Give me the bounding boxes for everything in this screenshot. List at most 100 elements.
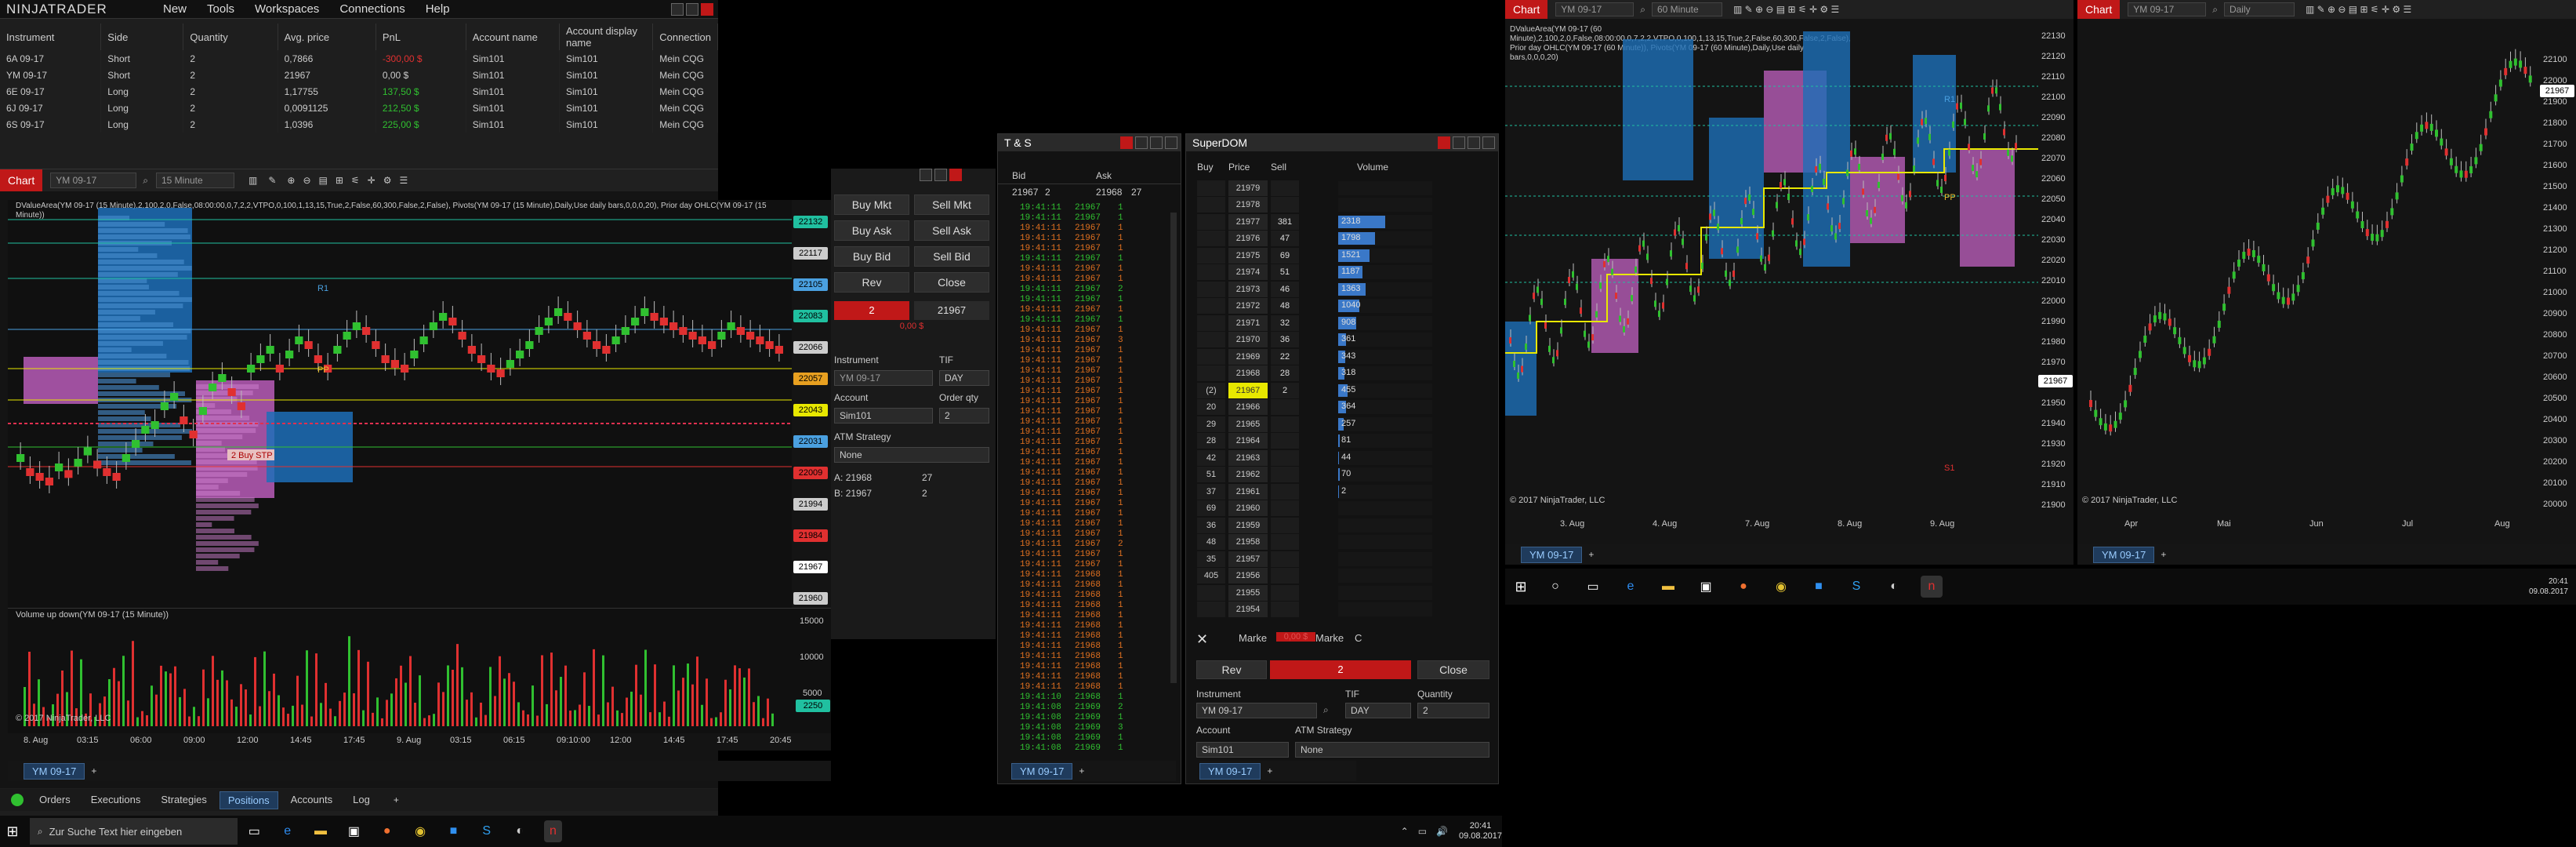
cc-tab-orders[interactable]: Orders [31, 791, 78, 809]
chart60-tab[interactable]: YM 09-17 [1521, 546, 1583, 563]
dom-tif-select[interactable]: DAY [1345, 703, 1411, 718]
positions-row[interactable]: 6J 09-17 Long 2 0,0091125 212,50 $ Sim101 Sim1… [0, 100, 718, 116]
dom-search-icon[interactable]: ⌕ [1323, 704, 1329, 716]
trader-account-select[interactable]: Sim101 [834, 408, 933, 424]
dom-buy-cell[interactable] [1197, 197, 1225, 213]
right-skype-icon[interactable]: S [1845, 576, 1867, 598]
dom-row[interactable]: 21973 46 1363 [1186, 281, 1498, 298]
zoom-out-icon[interactable]: ⊖ [303, 175, 310, 186]
dom-sell-cell[interactable]: 47 [1271, 231, 1299, 247]
indicator-icon[interactable]: ⚙ [383, 175, 392, 186]
dom-tab[interactable]: YM 09-17 [1199, 762, 1261, 780]
task-view-icon[interactable]: ▭ [245, 820, 263, 842]
dom-row[interactable]: 28 21964 81 [1186, 433, 1498, 450]
rev-button[interactable]: Rev [834, 272, 909, 293]
right-explorer-icon[interactable]: ▬ [1657, 576, 1679, 598]
chart60-search-icon[interactable]: ⌕ [1640, 4, 1645, 16]
crosshair-icon[interactable]: ✛ [368, 175, 376, 186]
trader-qty-stepper[interactable]: 2 [939, 408, 989, 424]
dom-buy-cell[interactable]: 29 [1197, 416, 1225, 432]
dom-quantity-stepper[interactable]: 2 [1417, 703, 1489, 718]
trader-tif-select[interactable]: DAY [939, 370, 989, 386]
right-app-icon-2[interactable]: ◐ [1883, 576, 1905, 598]
dom-sell-cell[interactable] [1271, 433, 1299, 449]
dom-sell-cell[interactable] [1271, 416, 1299, 432]
dom-sell-cell[interactable]: 2 [1271, 382, 1299, 398]
col-instrument[interactable]: Instrument [0, 24, 102, 50]
dom-sell-cell[interactable] [1271, 551, 1299, 567]
dom-row[interactable]: 21969 22 343 [1186, 348, 1498, 365]
col-connection[interactable]: Connection [652, 24, 718, 50]
dom-buy-cell[interactable]: 405 [1197, 568, 1225, 584]
chart-15min-plot[interactable]: DValueArea(YM 09-17 (15 Minute),2,100,2,… [8, 200, 792, 608]
panel-btn-2[interactable] [934, 169, 947, 181]
panel-btn-1[interactable] [920, 169, 932, 181]
dom-sell-cell[interactable] [1271, 517, 1299, 533]
chartd-search-icon[interactable]: ⌕ [2212, 4, 2218, 16]
add-cc-tab-icon[interactable]: + [394, 794, 399, 805]
volume-icon[interactable]: 🔊 [1436, 826, 1448, 837]
dom-buy-cell[interactable] [1197, 231, 1225, 247]
dom-sell-cell[interactable]: 46 [1271, 281, 1299, 297]
dom-sell-cell[interactable] [1271, 568, 1299, 584]
strategies-icon[interactable]: ⚟ [351, 175, 360, 186]
dom-sell-cell[interactable] [1271, 534, 1299, 551]
buy-bid-button[interactable]: Buy Bid [834, 246, 909, 267]
dom-buy-cell[interactable]: 42 [1197, 449, 1225, 466]
dom-row[interactable]: 36 21959 [1186, 517, 1498, 534]
dom-sell-cell[interactable]: 36 [1271, 332, 1299, 348]
dom-row[interactable]: 21971 32 908 [1186, 314, 1498, 332]
dom-buy-cell[interactable] [1197, 213, 1225, 230]
dom-row[interactable]: 21955 [1186, 584, 1498, 602]
chart60-tools-icon[interactable]: ▥ ✎ ⊕ ⊖ ▤ ⊞ ⚟ ✛ ⚙ ☰ [1733, 4, 1839, 15]
add-tab-icon[interactable]: + [91, 765, 96, 776]
dom-buy-cell[interactable]: 37 [1197, 483, 1225, 500]
dom-buy-cell[interactable] [1197, 314, 1225, 331]
dom-c[interactable]: C [1355, 632, 1362, 644]
dom-sell-cell[interactable] [1271, 602, 1299, 618]
dom-buy-cell[interactable] [1197, 584, 1225, 601]
dom-buy-cell[interactable]: 20 [1197, 399, 1225, 416]
dom-ladder[interactable]: 21979 21978 21977 381 2318 21976 47 1798 21975 69… [1186, 180, 1498, 618]
buy-mkt-button[interactable]: Buy Mkt [834, 194, 909, 215]
dom-row[interactable]: 21974 51 1187 [1186, 264, 1498, 282]
ts-min-icon[interactable] [1135, 136, 1148, 149]
chrome-icon[interactable]: ◉ [412, 820, 429, 842]
dom-atm-select[interactable]: None [1295, 742, 1489, 758]
ninjatrader-icon[interactable]: n [544, 820, 562, 842]
dom-buy-cell[interactable]: 48 [1197, 534, 1225, 551]
dom-buy-cell[interactable] [1197, 264, 1225, 281]
dom-instrument-select[interactable]: YM 09-17 [1196, 703, 1317, 718]
dom-sell-cell[interactable] [1271, 500, 1299, 517]
cc-tab-executions[interactable]: Executions [83, 791, 149, 809]
ts-add-tab-icon[interactable]: + [1079, 765, 1084, 776]
dom-account-select[interactable]: Sim101 [1196, 742, 1289, 758]
buy-ask-button[interactable]: Buy Ask [834, 220, 909, 241]
dom-sell-cell[interactable]: 69 [1271, 247, 1299, 264]
positions-row[interactable]: 6A 09-17 Short 2 0,7866 -300,00 $ Sim101 Sim10… [0, 50, 718, 67]
cc-tab-strategies[interactable]: Strategies [153, 791, 215, 809]
dom-sell-cell[interactable] [1271, 483, 1299, 500]
dom-sell-cell[interactable] [1271, 584, 1299, 601]
search-icon[interactable]: ⌕ [143, 175, 148, 187]
chartd-instrument-select[interactable]: YM 09-17 [2128, 2, 2207, 16]
menu-connections[interactable]: Connections [339, 2, 405, 16]
dom-row[interactable]: (2) 21967 2 455 [1186, 382, 1498, 399]
edge-icon[interactable]: e [279, 820, 296, 842]
dom-sell-cell[interactable]: 32 [1271, 314, 1299, 331]
dom-market-left[interactable]: Marke [1239, 632, 1267, 644]
right-store-icon[interactable]: ▣ [1695, 576, 1717, 598]
dom-buy-cell[interactable]: (2) [1197, 382, 1225, 398]
trader-atm-select[interactable]: None [834, 447, 989, 463]
right-start-icon[interactable]: ⊞ [1505, 579, 1537, 595]
right-taskbar-clock[interactable]: 20:41 09.08.2017 [2529, 576, 2568, 597]
store-icon[interactable]: ▣ [345, 820, 362, 842]
dom-close-x-icon[interactable]: ✕ [1196, 631, 1208, 648]
dom-max-icon[interactable] [1468, 136, 1480, 149]
dom-sell-cell[interactable] [1271, 449, 1299, 466]
dom-buy-cell[interactable] [1197, 298, 1225, 314]
ts-scrollbar[interactable] [1170, 213, 1177, 683]
chart60-title-tab[interactable]: Chart [1505, 0, 1548, 19]
right-app-icon-1[interactable]: ■ [1808, 576, 1830, 598]
cc-tab-positions[interactable]: Positions [219, 791, 278, 809]
